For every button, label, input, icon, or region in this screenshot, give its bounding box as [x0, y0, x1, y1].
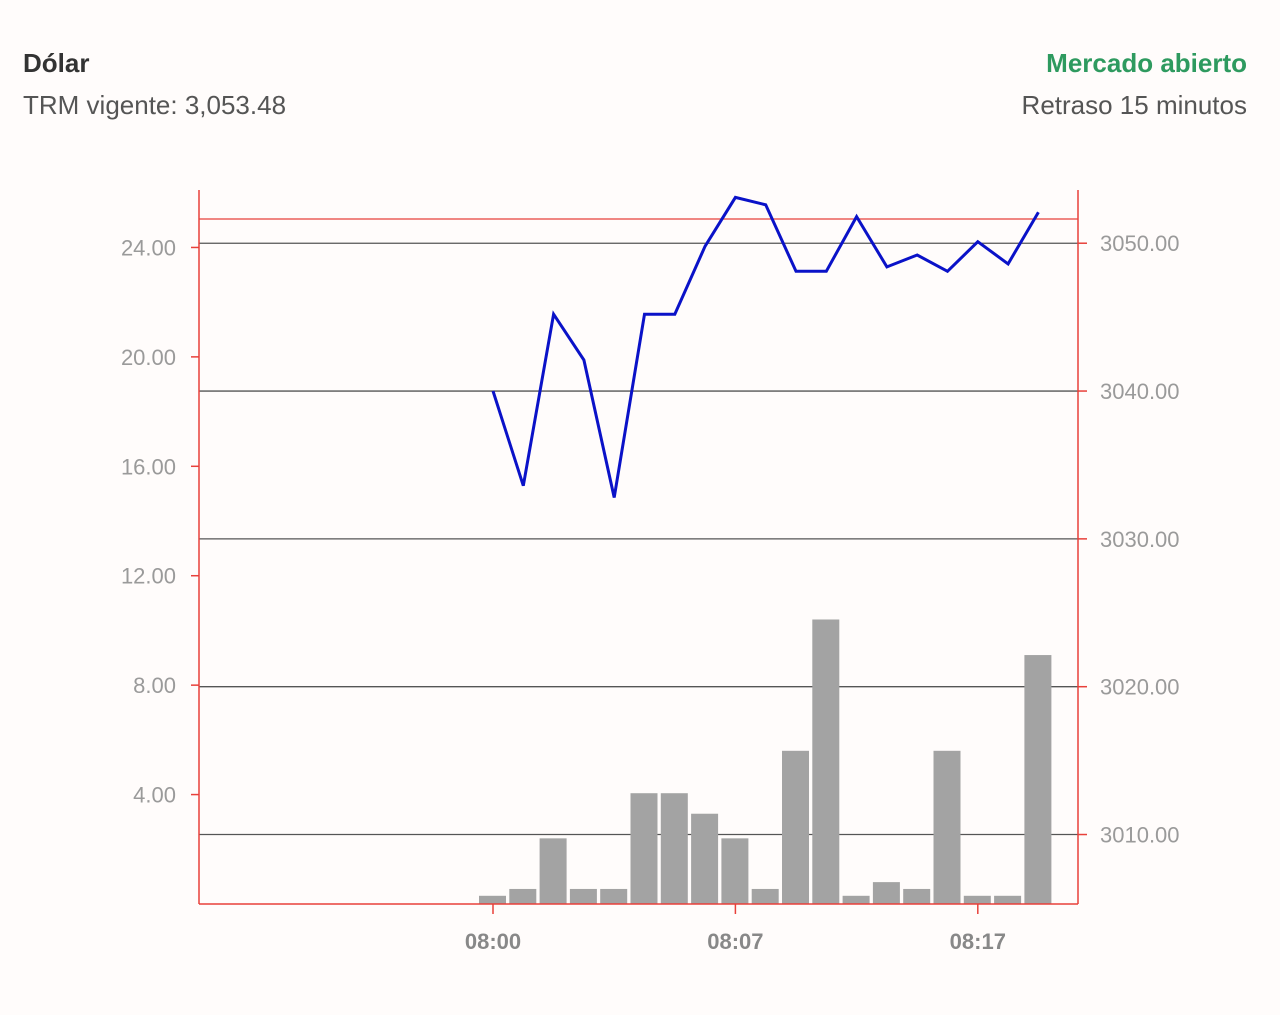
price-volume-chart: 24.00 20.00 16.00 12.00 8.00 4.00 3050.00 3040.…	[121, 190, 1180, 954]
x-tick-label: 08:17	[950, 929, 1006, 954]
volume-bar	[751, 888, 779, 904]
volume-bar	[539, 838, 567, 904]
volume-bar	[479, 895, 506, 904]
left-tick-label: 24.00	[121, 235, 176, 260]
price-line	[491, 195, 1040, 498]
volume-bar	[842, 895, 870, 904]
volume-bar	[782, 750, 809, 904]
left-tick-label: 20.00	[121, 345, 176, 370]
volume-bar	[721, 838, 749, 904]
volume-bar	[994, 895, 1022, 904]
volume-bar	[630, 793, 658, 904]
volume-bar	[569, 888, 597, 904]
right-tick-label: 3020.00	[1100, 675, 1180, 700]
right-tick-label: 3050.00	[1100, 231, 1180, 256]
volume-bar	[660, 793, 688, 904]
volume-bar	[691, 813, 719, 904]
volume-bar	[812, 619, 840, 904]
left-tick-label: 4.00	[133, 783, 176, 808]
left-tick-label: 8.00	[133, 673, 176, 698]
x-tick-label: 08:07	[707, 929, 763, 954]
left-tick-label: 12.00	[121, 564, 176, 589]
volume-bar	[872, 882, 900, 904]
right-tick-label: 3040.00	[1100, 379, 1180, 404]
left-tick-label: 16.00	[121, 454, 176, 479]
right-tick-label: 3030.00	[1100, 527, 1180, 552]
volume-bar	[600, 888, 628, 904]
volume-bar	[1024, 655, 1052, 904]
volume-bar	[903, 888, 931, 904]
right-tick-label: 3010.00	[1100, 823, 1180, 848]
x-tick-label: 08:00	[465, 929, 521, 954]
volume-bar	[509, 888, 537, 904]
volume-bar	[963, 895, 991, 904]
volume-bar	[933, 750, 961, 904]
